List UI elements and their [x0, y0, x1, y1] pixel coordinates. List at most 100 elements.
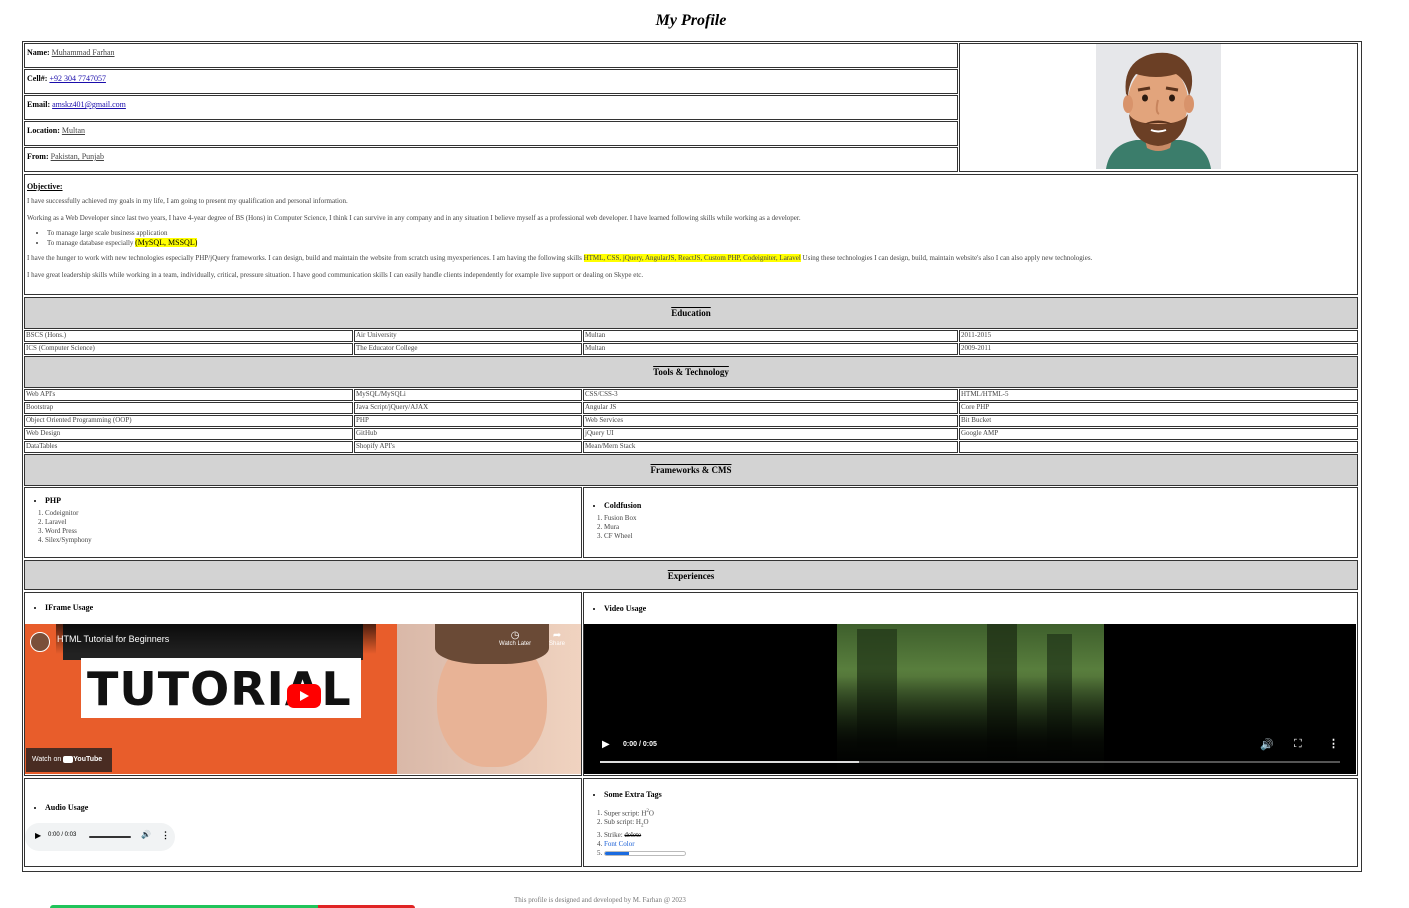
extra-tags-cell: Some Extra Tags Super script: H2O Sub sc… [583, 778, 1358, 867]
objective-section: Objective: I have successfully achieved … [24, 174, 1358, 295]
objective-paragraph-1: I have successfully achieved my goals in… [27, 197, 348, 205]
list-item: Fusion Box [604, 514, 1357, 523]
audio-progress-track[interactable] [89, 836, 131, 838]
tools-cell: MySQL/MySQLi [354, 389, 582, 401]
education-cell: 2009-2011 [959, 343, 1358, 355]
location-link[interactable]: Multan [62, 126, 85, 135]
extra-tags-list: Super script: H2O Sub script: H2O Strike… [584, 807, 1357, 858]
highlighted-text: (MySQL, MSSQL) [135, 238, 198, 247]
watch-on-youtube-button[interactable]: Watch on YouTube [26, 748, 112, 772]
tools-cell: PHP [354, 415, 582, 427]
list-item [604, 849, 1357, 858]
youtube-logo-icon [63, 755, 74, 763]
video-player[interactable]: ▶ 0:00 / 0:05 🔊 ⛶ ⋮ [584, 624, 1356, 774]
list-item: Laravel [45, 518, 581, 527]
skills-list: To manage large scale business applicati… [27, 229, 1355, 248]
list-item: Codeignitor [45, 509, 581, 518]
highlighted-skills: HTML, CSS, jQuery, AngularJS, ReactJS, C… [583, 254, 801, 262]
tools-cell: Google AMP [959, 428, 1358, 440]
objective-paragraph-4: I have great leadership skills while wor… [27, 271, 644, 279]
list-item: To manage large scale business applicati… [47, 229, 1355, 238]
youtube-embed[interactable]: TUTORIAL HTML Tutorial for Beginners ◷ W… [25, 624, 581, 774]
tools-cell: Core PHP [959, 402, 1358, 414]
name-row: Name: Muhammad Farhan [24, 43, 958, 68]
iframe-title: IFrame Usage [45, 603, 581, 612]
video-progress-fill [600, 761, 859, 763]
objective-paragraph-3: I have the hunger to work with new techn… [27, 254, 1093, 262]
cell-row: Cell#: +92 304 7747057 [24, 69, 958, 94]
tools-cell: Bootstrap [24, 402, 353, 414]
clock-icon: ◷ [510, 630, 520, 641]
share-button[interactable]: ➦ Share [549, 630, 565, 647]
tools-cell: Java Script/jQuery/AJAX [354, 402, 582, 414]
tools-cell: GitHub [354, 428, 582, 440]
tools-heading: Tools & Technology [24, 356, 1358, 388]
video-progress-track[interactable] [600, 761, 1340, 763]
more-options-icon[interactable]: ⋮ [1328, 737, 1339, 750]
fullscreen-icon[interactable]: ⛶ [1294, 738, 1302, 751]
volume-icon[interactable]: 🔊 [141, 830, 151, 839]
education-cell: ICS (Computer Science) [24, 343, 353, 355]
education-cell: 2011-2015 [959, 330, 1358, 342]
more-options-icon[interactable]: ⋮ [161, 830, 170, 841]
progress-bar [604, 850, 686, 856]
tools-cell: Web Services [583, 415, 958, 427]
page-title: My Profile [655, 12, 727, 29]
education-cell: Multan [583, 330, 958, 342]
list-item: Sub script: H2O [604, 818, 1357, 830]
list-item: Strike: delete [604, 831, 1357, 840]
education-cell: The Educator College [354, 343, 582, 355]
tools-cell: Object Oriented Programming (OOP) [24, 415, 353, 427]
audio-player[interactable]: ▶ 0:00 / 0:03 🔊 ⋮ [25, 823, 175, 851]
education-cell: Air University [354, 330, 582, 342]
list-item: Mura [604, 523, 1357, 532]
education-heading: Education [24, 297, 1358, 329]
video-time: 0:00 / 0:05 [623, 741, 657, 748]
experiences-heading: Experiences [24, 560, 1358, 590]
tools-cell: DataTables [24, 441, 353, 453]
tools-cell: Web Design [24, 428, 353, 440]
tools-cell: Angular JS [583, 402, 958, 414]
audio-title: Audio Usage [45, 803, 581, 812]
tools-cell: Mean/Mern Stack [583, 441, 958, 453]
from-row: From: Pakistan, Punjab [24, 147, 958, 172]
play-button[interactable]: ▶ [602, 739, 610, 750]
education-cell: BSCS (Hons.) [24, 330, 353, 342]
location-row: Location: Multan [24, 121, 958, 146]
tools-cell: HTML/HTML-5 [959, 389, 1358, 401]
volume-icon[interactable]: 🔊 [1260, 738, 1274, 751]
objective-heading: Objective: [27, 182, 63, 191]
strike-text: delete [624, 830, 642, 839]
frameworks-heading: Frameworks & CMS [24, 454, 1358, 486]
list-item: CF Wheel [604, 532, 1357, 541]
tools-cell: Web API's [24, 389, 353, 401]
list-item: Font Color [604, 840, 1357, 849]
phone-link[interactable]: +92 304 7747057 [49, 74, 106, 83]
play-button[interactable]: ▶ [35, 831, 41, 840]
php-frameworks-cell: PHP CodeignitorLaravelWord PressSilex/Sy… [24, 487, 582, 558]
footer-text: This profile is designed and developed b… [514, 896, 686, 904]
play-icon[interactable] [287, 684, 321, 708]
avatar [1096, 44, 1221, 169]
tools-cell: Shopify API's [354, 441, 582, 453]
audio-time: 0:00 / 0:03 [48, 832, 77, 838]
list-item: Super script: H2O [604, 807, 1357, 818]
video-title-link[interactable]: HTML Tutorial for Beginners [57, 634, 169, 644]
email-row: Email: amskz401@gmail.com [24, 95, 958, 120]
from-link[interactable]: Pakistan, Punjab [51, 152, 104, 161]
extra-tags-title: Some Extra Tags [604, 790, 1357, 799]
coldfusion-title: Coldfusion [604, 501, 1357, 510]
tools-cell: CSS/CSS-3 [583, 389, 958, 401]
watch-later-button[interactable]: ◷ Watch Later [499, 630, 531, 647]
list-item: To manage database especially (MySQL, MS… [47, 238, 1355, 248]
education-cell: Multan [583, 343, 958, 355]
tools-cell: jQuery UI [583, 428, 958, 440]
email-link[interactable]: amskz401@gmail.com [52, 100, 126, 109]
coldfusion-cell: Coldfusion Fusion BoxMuraCF Wheel [583, 487, 1358, 558]
tools-cell [959, 441, 1358, 453]
objective-paragraph-2: Working as a Web Developer since last tw… [27, 214, 801, 222]
list-item: Silex/Symphony [45, 536, 581, 545]
colored-text: Font Color [604, 839, 635, 848]
channel-avatar[interactable] [30, 632, 50, 652]
name-link[interactable]: Muhammad Farhan [52, 48, 115, 57]
